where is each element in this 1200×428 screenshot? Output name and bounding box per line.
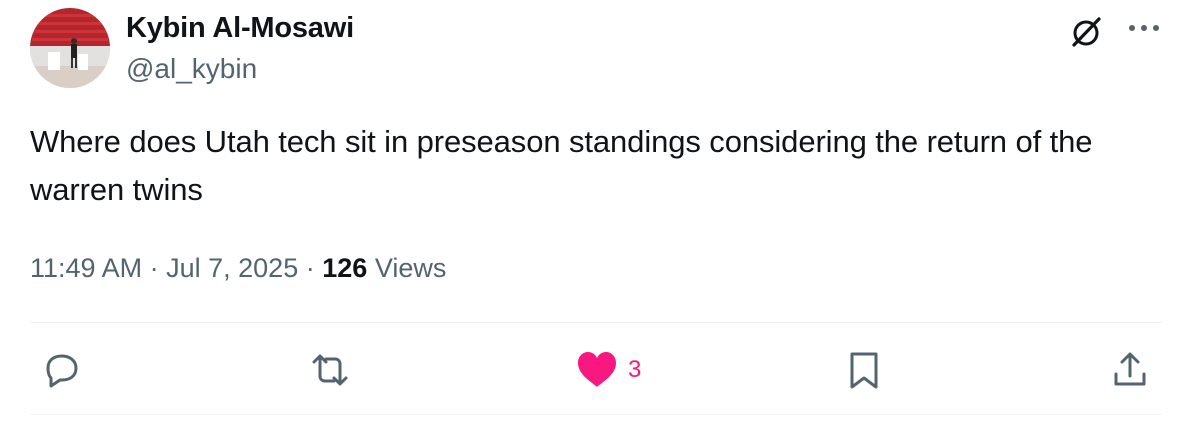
- like-button[interactable]: 3: [576, 348, 641, 392]
- views-count: 126: [322, 253, 368, 283]
- tweet-card: Kybin Al-Mosawi @al_kybin Where does Uta…: [0, 0, 1200, 428]
- author-handle[interactable]: @al_kybin: [126, 52, 257, 86]
- bookmark-icon: [850, 352, 878, 389]
- more-icon[interactable]: [1124, 14, 1164, 44]
- avatar[interactable]: [30, 8, 110, 88]
- reply-icon: [46, 354, 78, 388]
- bookmark-button[interactable]: [844, 348, 884, 392]
- share-button[interactable]: [1110, 348, 1150, 392]
- views-label: Views: [374, 253, 447, 283]
- reply-button[interactable]: [40, 348, 84, 392]
- retweet-icon: [312, 354, 348, 386]
- author-display-name[interactable]: Kybin Al-Mosawi: [126, 10, 354, 46]
- meta-separator: ·: [305, 253, 315, 283]
- meta-separator: ·: [149, 253, 159, 283]
- avatar-image: [30, 8, 110, 88]
- tweet-text: Where does Utah tech sit in preseason st…: [30, 124, 1093, 207]
- divider: [30, 414, 1162, 415]
- tweet-time[interactable]: 11:49 AM: [30, 253, 142, 283]
- like-count: 3: [628, 356, 642, 383]
- tweet-metadata: 11:49 AM · Jul 7, 2025 · 126 Views: [30, 248, 446, 288]
- retweet-button[interactable]: [308, 348, 352, 392]
- share-icon: [1114, 352, 1146, 386]
- divider: [30, 322, 1162, 323]
- grok-icon[interactable]: [1068, 14, 1104, 50]
- heart-filled-icon: [578, 352, 616, 387]
- tweet-date[interactable]: Jul 7, 2025: [166, 253, 298, 283]
